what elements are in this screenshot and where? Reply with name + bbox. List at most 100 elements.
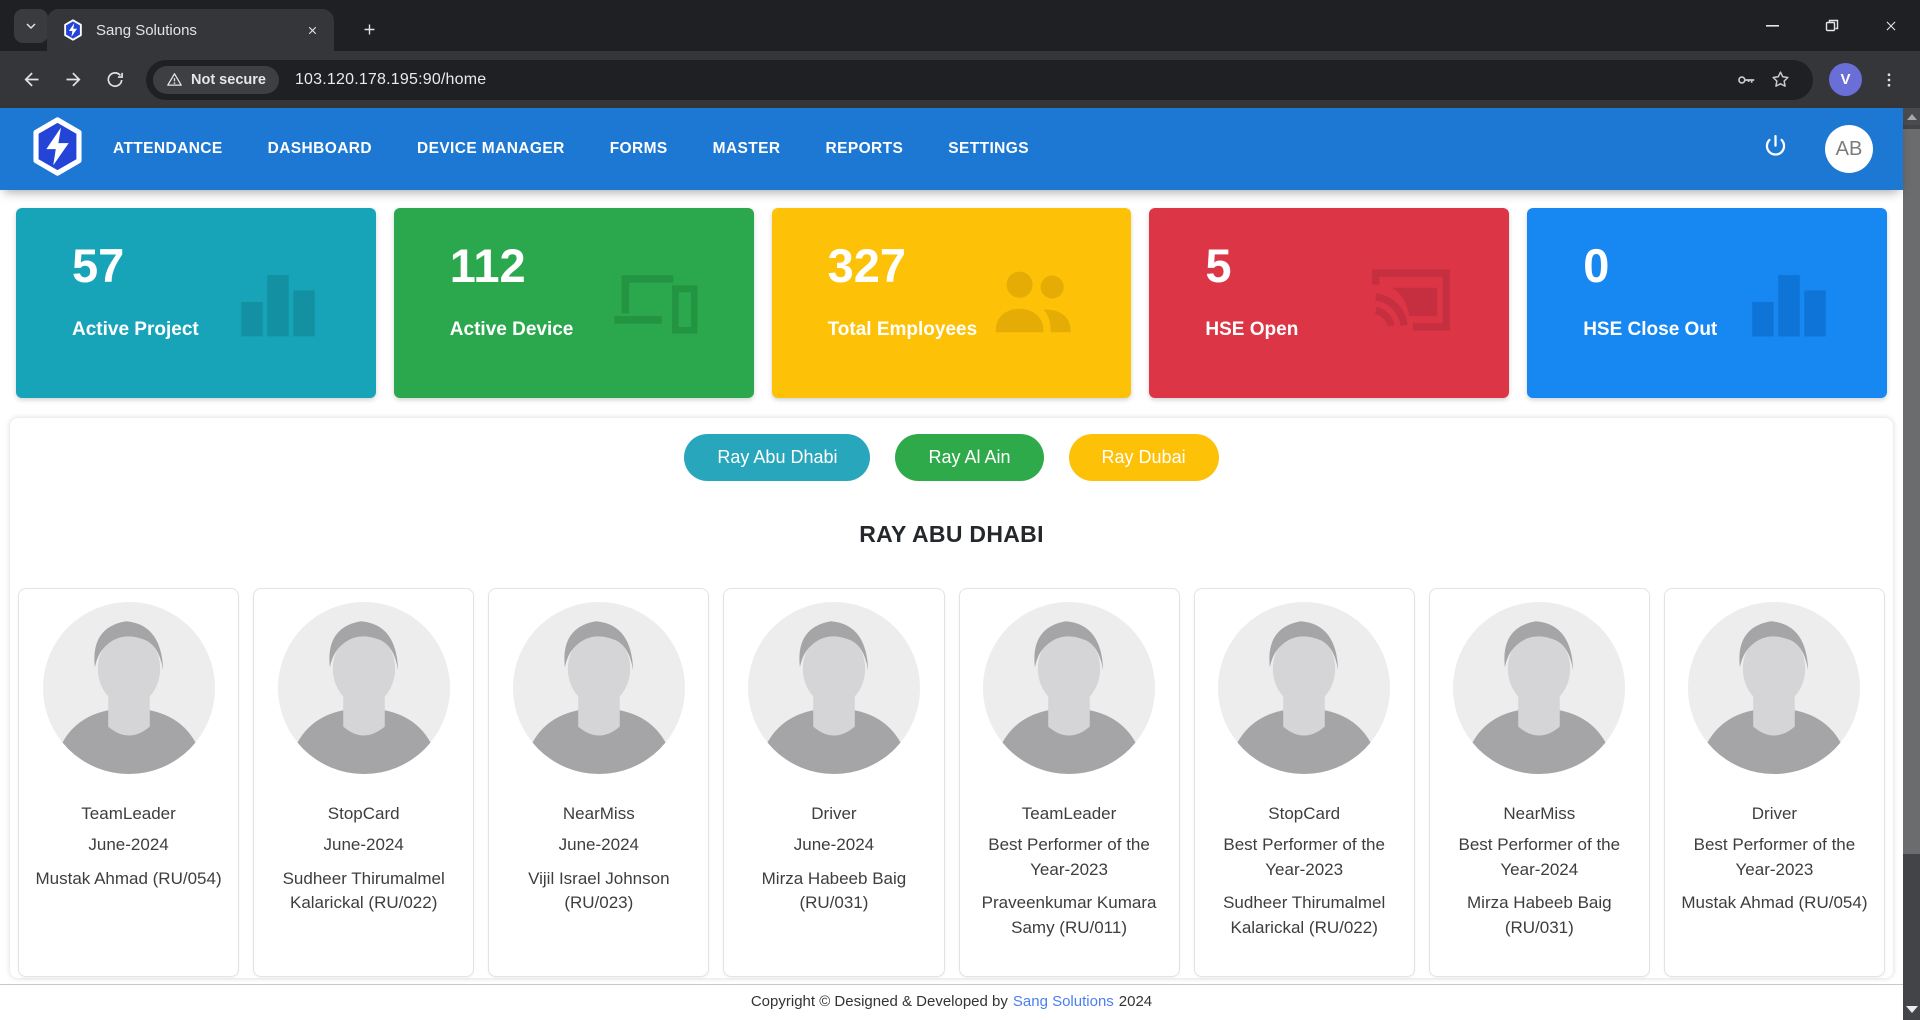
employee-info: StopCard June-2024 Sudheer Thirumalmel K… xyxy=(254,804,473,916)
award-title: StopCard xyxy=(262,804,465,824)
employee-info: Driver Best Performer of the Year-2023 M… xyxy=(1665,804,1884,916)
url-text: 103.120.178.195:90/home xyxy=(295,71,486,89)
nav-item-settings[interactable]: SETTINGS xyxy=(948,140,1029,158)
employee-info: TeamLeader Best Performer of the Year-20… xyxy=(960,804,1179,941)
navbar-right: AB xyxy=(1762,125,1873,173)
forward-button[interactable] xyxy=(54,61,92,99)
section-title: RAY ABU DHABI xyxy=(10,521,1893,548)
employee-card: TeamLeader Best Performer of the Year-20… xyxy=(959,588,1180,977)
back-button[interactable] xyxy=(12,61,50,99)
employee-info: StopCard Best Performer of the Year-2023… xyxy=(1195,804,1414,941)
employee-name: Praveenkumar Kumara Samy (RU/011) xyxy=(968,891,1171,940)
user-avatar[interactable]: AB xyxy=(1825,125,1873,173)
browser-menu-button[interactable] xyxy=(1870,61,1908,99)
tab-close-icon[interactable] xyxy=(300,18,324,42)
nav-item-attendance[interactable]: ATTENDANCE xyxy=(113,140,223,158)
browser-tab-strip: Sang Solutions xyxy=(0,0,1920,51)
stat-value: 5 xyxy=(1205,242,1509,289)
stat-value: 112 xyxy=(450,242,754,289)
close-window-button[interactable] xyxy=(1861,0,1920,51)
filter-ray-dubai[interactable]: Ray Dubai xyxy=(1069,434,1219,481)
stat-card-active-device[interactable]: 112 Active Device xyxy=(394,208,754,398)
new-tab-button[interactable] xyxy=(352,12,386,46)
award-period: Best Performer of the Year-2023 xyxy=(1203,833,1406,882)
award-title: Driver xyxy=(732,804,935,824)
person-avatar xyxy=(745,599,923,777)
nav-item-device-manager[interactable]: DEVICE MANAGER xyxy=(417,140,565,158)
nav-item-reports[interactable]: REPORTS xyxy=(826,140,904,158)
nav-menu: ATTENDANCE DASHBOARD DEVICE MANAGER FORM… xyxy=(113,140,1029,158)
security-label: Not secure xyxy=(191,72,266,88)
stat-label: Active Project xyxy=(72,319,376,341)
employee-card: TeamLeader June-2024 Mustak Ahmad (RU/05… xyxy=(18,588,239,977)
minimize-icon xyxy=(1766,19,1779,32)
stat-label: HSE Open xyxy=(1205,319,1509,341)
stat-card-active-project[interactable]: 57 Active Project xyxy=(16,208,376,398)
award-title: TeamLeader xyxy=(27,804,230,824)
employee-card: NearMiss June-2024 Vijil Israel Johnson … xyxy=(488,588,709,977)
employee-name: Sudheer Thirumalmel Kalarickal (RU/022) xyxy=(262,867,465,916)
browser-toolbar: Not secure 103.120.178.195:90/home V xyxy=(0,51,1920,108)
award-period: June-2024 xyxy=(262,833,465,858)
address-bar[interactable]: Not secure 103.120.178.195:90/home xyxy=(146,60,1813,100)
employee-info: NearMiss Best Performer of the Year-2024… xyxy=(1430,804,1649,941)
employee-name: Mustak Ahmad (RU/054) xyxy=(27,867,230,892)
person-avatar xyxy=(1215,599,1393,777)
tab-search-button[interactable] xyxy=(14,9,48,43)
employee-name: Mirza Habeeb Baig (RU/031) xyxy=(732,867,935,916)
warning-icon xyxy=(166,71,183,88)
nav-item-dashboard[interactable]: DASHBOARD xyxy=(268,140,372,158)
filter-ray-al-ain[interactable]: Ray Al Ain xyxy=(895,434,1043,481)
footer-year: 2024 xyxy=(1119,993,1152,1010)
cast-icon xyxy=(1365,254,1457,346)
stat-card-hse-close-out[interactable]: 0 HSE Close Out xyxy=(1527,208,1887,398)
employee-card: Driver Best Performer of the Year-2023 M… xyxy=(1664,588,1885,977)
plus-icon xyxy=(361,21,378,38)
person-avatar xyxy=(980,599,1158,777)
scrollbar-down-button[interactable] xyxy=(1903,1001,1920,1018)
browser-tab[interactable]: Sang Solutions xyxy=(47,9,334,51)
bar-chart-icon xyxy=(1743,254,1835,346)
employee-grid: TeamLeader June-2024 Mustak Ahmad (RU/05… xyxy=(18,588,1885,977)
page-scrollbar[interactable] xyxy=(1903,108,1920,1020)
stat-card-hse-open[interactable]: 5 HSE Open xyxy=(1149,208,1509,398)
person-avatar xyxy=(1450,599,1628,777)
award-period: June-2024 xyxy=(497,833,700,858)
logout-power-icon[interactable] xyxy=(1762,133,1789,165)
window-controls xyxy=(1743,0,1920,51)
bookmark-star-icon[interactable] xyxy=(1763,63,1797,97)
award-title: StopCard xyxy=(1203,804,1406,824)
security-chip[interactable]: Not secure xyxy=(153,66,279,94)
close-icon xyxy=(1884,19,1898,33)
minimize-button[interactable] xyxy=(1743,0,1802,51)
tab-title: Sang Solutions xyxy=(96,22,300,39)
employee-name: Mustak Ahmad (RU/054) xyxy=(1673,891,1876,916)
employee-card: Driver June-2024 Mirza Habeeb Baig (RU/0… xyxy=(723,588,944,977)
person-avatar xyxy=(1685,599,1863,777)
site-filter-row: Ray Abu Dhabi Ray Al Ain Ray Dubai xyxy=(10,434,1893,481)
stat-card-total-employees[interactable]: 327 Total Employees xyxy=(772,208,1132,398)
filter-ray-abu-dhabi[interactable]: Ray Abu Dhabi xyxy=(684,434,870,481)
app-navbar: ATTENDANCE DASHBOARD DEVICE MANAGER FORM… xyxy=(0,108,1903,190)
footer-link[interactable]: Sang Solutions xyxy=(1013,993,1114,1010)
restore-button[interactable] xyxy=(1802,0,1861,51)
page-content: ATTENDANCE DASHBOARD DEVICE MANAGER FORM… xyxy=(0,108,1903,1020)
award-title: TeamLeader xyxy=(968,804,1171,824)
employee-card: StopCard Best Performer of the Year-2023… xyxy=(1194,588,1415,977)
stat-label: Active Device xyxy=(450,319,754,341)
stats-row: 57 Active Project 112 Active Device 327 … xyxy=(16,208,1887,398)
nav-item-forms[interactable]: FORMS xyxy=(610,140,668,158)
award-period: June-2024 xyxy=(732,833,935,858)
stat-label: HSE Close Out xyxy=(1583,319,1887,341)
reload-button[interactable] xyxy=(96,61,134,99)
scrollbar-thumb[interactable] xyxy=(1903,129,1920,854)
password-key-icon[interactable] xyxy=(1729,63,1763,97)
app-logo-icon[interactable] xyxy=(30,116,85,182)
scrollbar-up-button[interactable] xyxy=(1903,108,1920,125)
restore-icon xyxy=(1825,19,1839,33)
browser-profile-avatar[interactable]: V xyxy=(1829,63,1862,96)
site-favicon xyxy=(62,19,84,41)
employee-name: Mirza Habeeb Baig (RU/031) xyxy=(1438,891,1641,940)
nav-item-master[interactable]: MASTER xyxy=(713,140,781,158)
person-avatar xyxy=(275,599,453,777)
